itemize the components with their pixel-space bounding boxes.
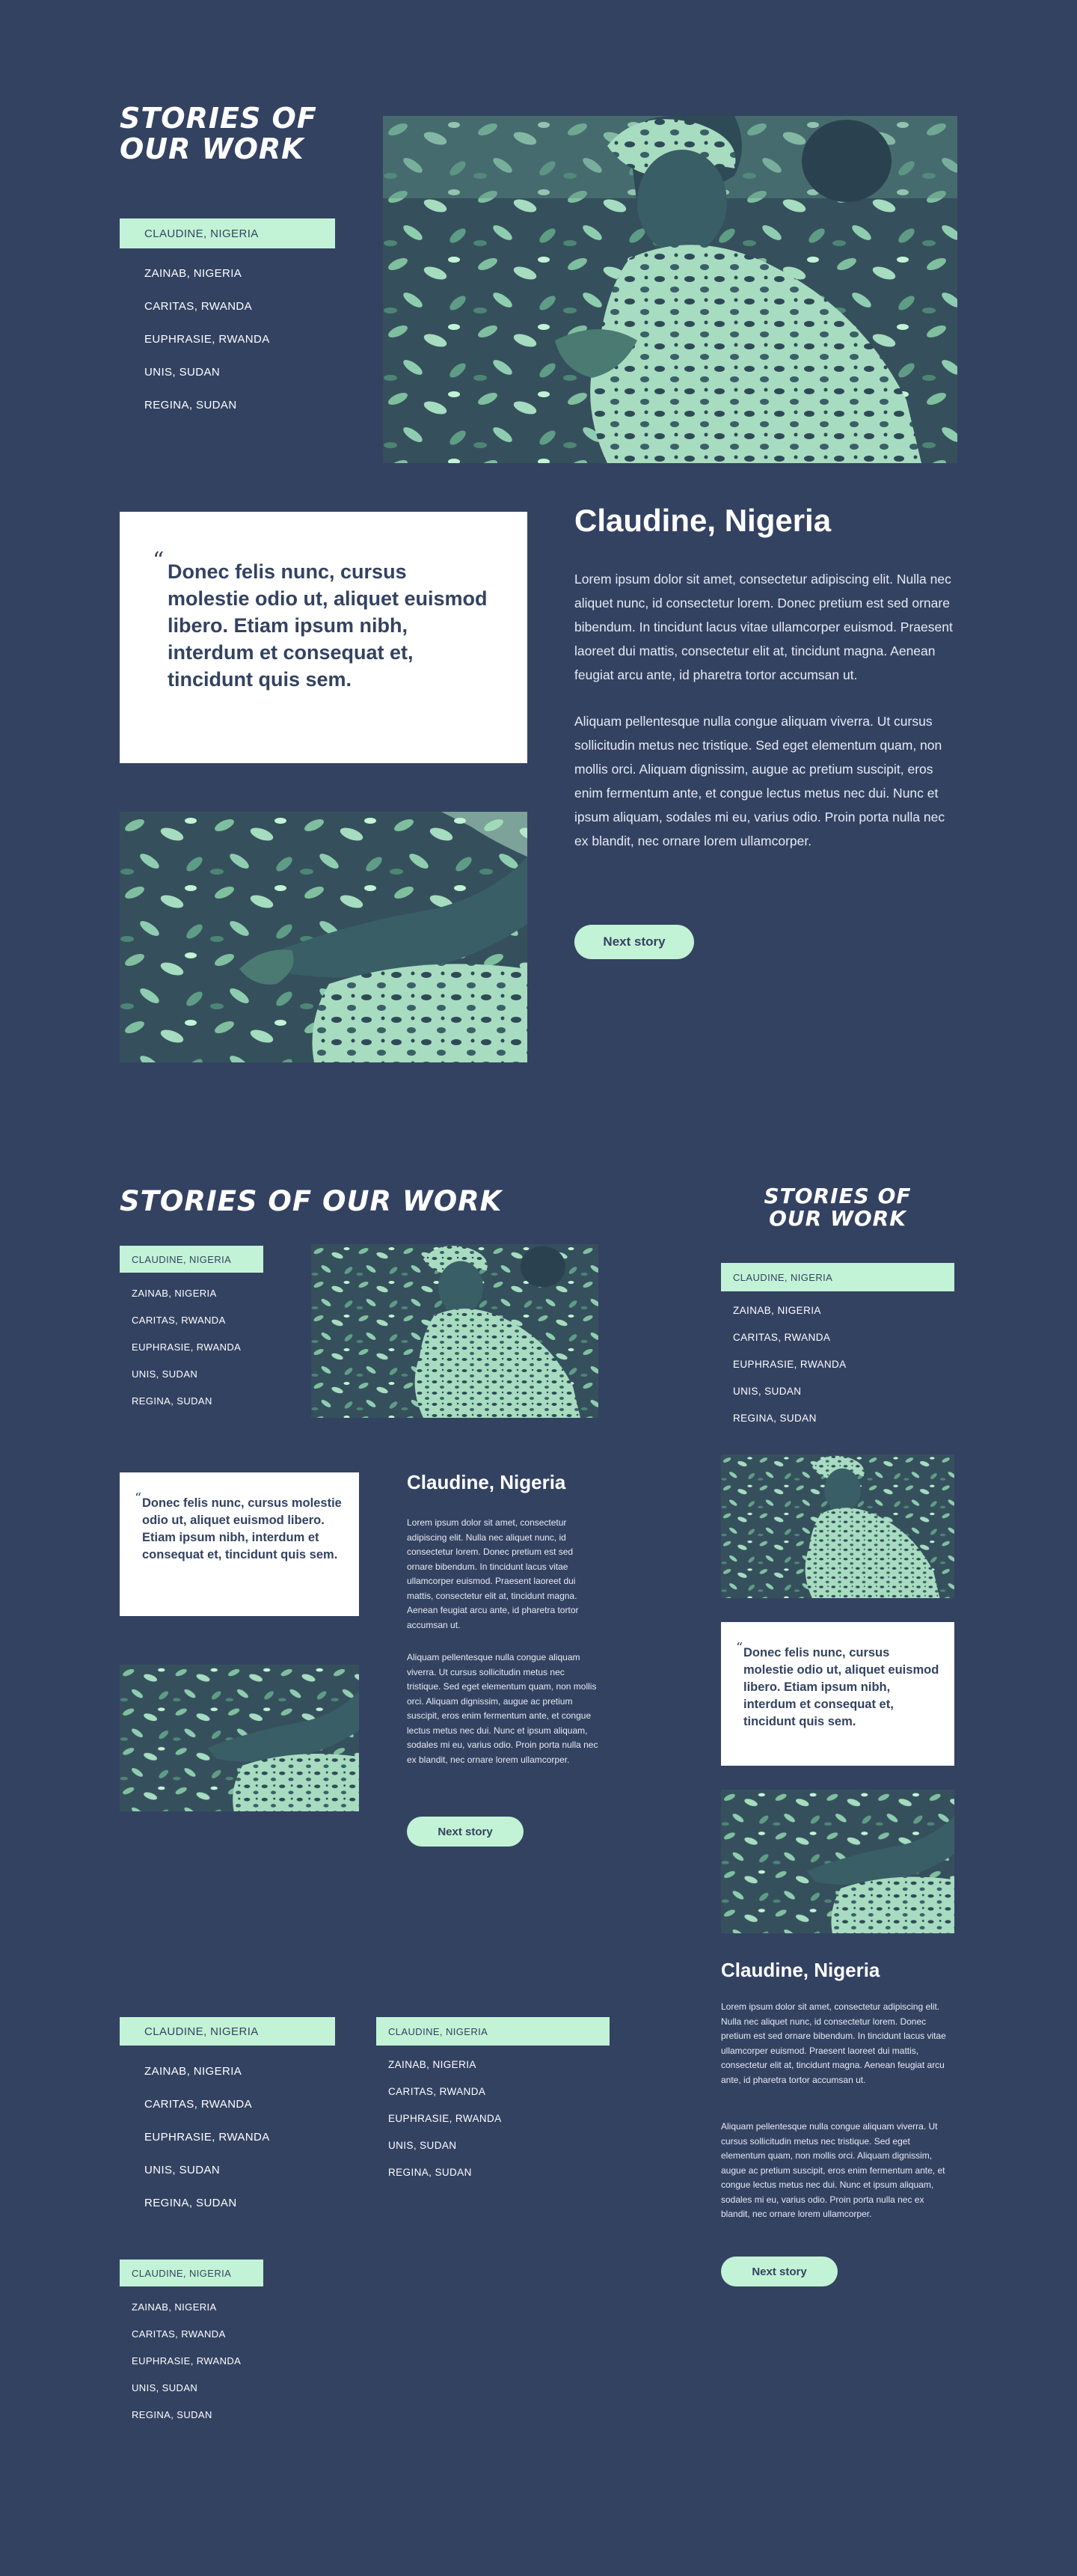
quote-text: Donec felis nunc, cursus molestie odio u…: [168, 560, 488, 691]
mobile-nav-item-regina[interactable]: REGINA, SUDAN: [733, 1413, 817, 1424]
mobile-next-story-button[interactable]: Next story: [721, 2257, 838, 2286]
tablet-heading: STORIES OF OUR WORK: [120, 1185, 503, 1217]
tablet-nav-item-euphrasie[interactable]: EUPHRASIE, RWANDA: [132, 1341, 241, 1353]
tablet-hands-photo: [120, 1665, 359, 1811]
nav-item-active[interactable]: CLAUDINE, NIGERIA: [120, 218, 335, 248]
tablet-story-title: Claudine, Nigeria: [407, 1471, 566, 1493]
mobile-nav-item-unis[interactable]: UNIS, SUDAN: [733, 1386, 801, 1397]
mobile-quote-card: “ Donec felis nunc, cursus molestie odio…: [721, 1622, 954, 1766]
variant-nav-b-euphrasie[interactable]: EUPHRASIE, RWANDA: [388, 2113, 502, 2124]
page-heading: STORIES OF OUR WORK: [120, 103, 317, 165]
mobile-quote-mark-icon: “: [736, 1640, 743, 1656]
mobile-story-title: Claudine, Nigeria: [721, 1959, 880, 1981]
nav-item-unis[interactable]: UNIS, SUDAN: [144, 366, 220, 379]
variant-nav-a-regina[interactable]: REGINA, SUDAN: [144, 2197, 237, 2209]
tablet-nav-item-regina[interactable]: REGINA, SUDAN: [132, 1395, 212, 1407]
variant-nav-b-active-label: CLAUDINE, NIGERIA: [388, 2025, 488, 2037]
tablet-nav-item-caritas[interactable]: CARITAS, RWANDA: [132, 1315, 226, 1326]
variant-nav-a-zainab[interactable]: ZAINAB, NIGERIA: [144, 2065, 242, 2078]
story-title: Claudine, Nigeria: [574, 503, 832, 538]
mobile-nav-item-euphrasie[interactable]: EUPHRASIE, RWANDA: [733, 1359, 847, 1370]
variant-nav-a-active-label: CLAUDINE, NIGERIA: [144, 2025, 259, 2038]
variant-nav-c-active-label: CLAUDINE, NIGERIA: [132, 2267, 232, 2279]
nav-item-caritas[interactable]: CARITAS, RWANDA: [144, 300, 252, 313]
quote-mark-icon: “: [153, 548, 165, 574]
tablet-hero-photo: [311, 1244, 598, 1418]
next-story-button-label: Next story: [603, 934, 666, 949]
variant-nav-c-regina[interactable]: REGINA, SUDAN: [132, 2409, 212, 2420]
variant-nav-a-active[interactable]: CLAUDINE, NIGERIA: [120, 2017, 335, 2046]
variant-nav-b-regina[interactable]: REGINA, SUDAN: [388, 2167, 472, 2178]
variant-nav-c-unis[interactable]: UNIS, SUDAN: [132, 2382, 197, 2393]
nav-item-regina: REGINA, SUDAN: [144, 399, 237, 412]
variant-nav-a-euphrasie[interactable]: EUPHRASIE, RWANDA: [144, 2131, 270, 2144]
mobile-next-story-button-label: Next story: [752, 2265, 807, 2278]
variant-nav-b-active[interactable]: CLAUDINE, NIGERIA: [376, 2017, 610, 2046]
tablet-quote-mark-icon: “: [135, 1490, 142, 1506]
mobile-nav-item-active[interactable]: CLAUDINE, NIGERIA: [721, 1263, 954, 1291]
mobile-nav-item-caritas[interactable]: CARITAS, RWANDA: [733, 1332, 830, 1343]
story-paragraph-2: Aliquam pellentesque nulla congue aliqua…: [574, 714, 945, 848]
nav-item-active-label: CLAUDINE, NIGERIA: [144, 227, 259, 240]
variant-nav-b-zainab[interactable]: ZAINAB, NIGERIA: [388, 2059, 476, 2070]
tablet-nav-item-active-label: CLAUDINE, NIGERIA: [132, 1253, 232, 1265]
variant-nav-c-euphrasie[interactable]: EUPHRASIE, RWANDA: [132, 2355, 241, 2367]
mobile-hands-photo: [721, 1790, 954, 1933]
mobile-nav-item-active-label: CLAUDINE, NIGERIA: [733, 1271, 833, 1283]
tablet-story-paragraph-1: Lorem ipsum dolor sit amet, consectetur …: [407, 1517, 579, 1630]
mobile-story-paragraph-1: Lorem ipsum dolor sit amet, consectetur …: [721, 2001, 946, 2085]
mobile-nav-item-zainab[interactable]: ZAINAB, NIGERIA: [733, 1305, 821, 1316]
tablet-story-paragraph-2: Aliquam pellentesque nulla congue aliqua…: [407, 1652, 598, 1765]
tablet-next-story-button[interactable]: Next story: [407, 1817, 524, 1847]
next-story-button[interactable]: Next story: [574, 925, 694, 959]
page-heading-line-2: OUR WORK: [120, 132, 304, 166]
mobile-story-paragraph-2: Aliquam pellentesque nulla congue aliqua…: [721, 2121, 945, 2219]
tablet-nav-item-active[interactable]: CLAUDINE, NIGERIA: [120, 1246, 263, 1273]
variant-nav-c-active[interactable]: CLAUDINE, NIGERIA: [120, 2260, 263, 2286]
mobile-quote-text: Donec felis nunc, cursus molestie odio u…: [743, 1646, 939, 1728]
page-heading-line-1: STORIES OF: [120, 102, 317, 135]
mobile-heading-line-2: OUR WORK: [769, 1206, 906, 1232]
tablet-quote-text: Donec felis nunc, cursus molestie odio u…: [142, 1496, 342, 1561]
hands-photo: [120, 812, 527, 1062]
tablet-next-story-button-label: Next story: [438, 1825, 493, 1838]
variant-nav-c-zainab[interactable]: ZAINAB, NIGERIA: [132, 2301, 217, 2313]
hero-photo: [383, 116, 957, 463]
tablet-nav-item-unis[interactable]: UNIS, SUDAN: [132, 1368, 197, 1380]
nav-item-zainab[interactable]: ZAINAB, NIGERIA: [144, 267, 242, 280]
mobile-heading-line-1: STORIES OF: [764, 1184, 912, 1208]
nav-item-euphrasie[interactable]: EUPHRASIE, RWANDA: [144, 333, 270, 346]
tablet-quote-card: “ Donec felis nunc, cursus molestie odio…: [120, 1472, 359, 1616]
variant-nav-a-caritas[interactable]: CARITAS, RWANDA: [144, 2098, 252, 2111]
variant-nav-c-caritas[interactable]: CARITAS, RWANDA: [132, 2328, 226, 2340]
variant-nav-a-unis[interactable]: UNIS, SUDAN: [144, 2164, 220, 2176]
tablet-nav-item-zainab[interactable]: ZAINAB, NIGERIA: [132, 1288, 217, 1299]
mobile-heading: STORIES OF OUR WORK: [721, 1184, 954, 1232]
mobile-hero-photo: [721, 1454, 954, 1598]
quote-card: “ Donec felis nunc, cursus molestie odio…: [120, 512, 527, 763]
story-paragraph-1: Lorem ipsum dolor sit amet, consectetur …: [574, 572, 953, 682]
variant-nav-b-unis[interactable]: UNIS, SUDAN: [388, 2140, 456, 2151]
variant-nav-b-caritas[interactable]: CARITAS, RWANDA: [388, 2086, 485, 2097]
